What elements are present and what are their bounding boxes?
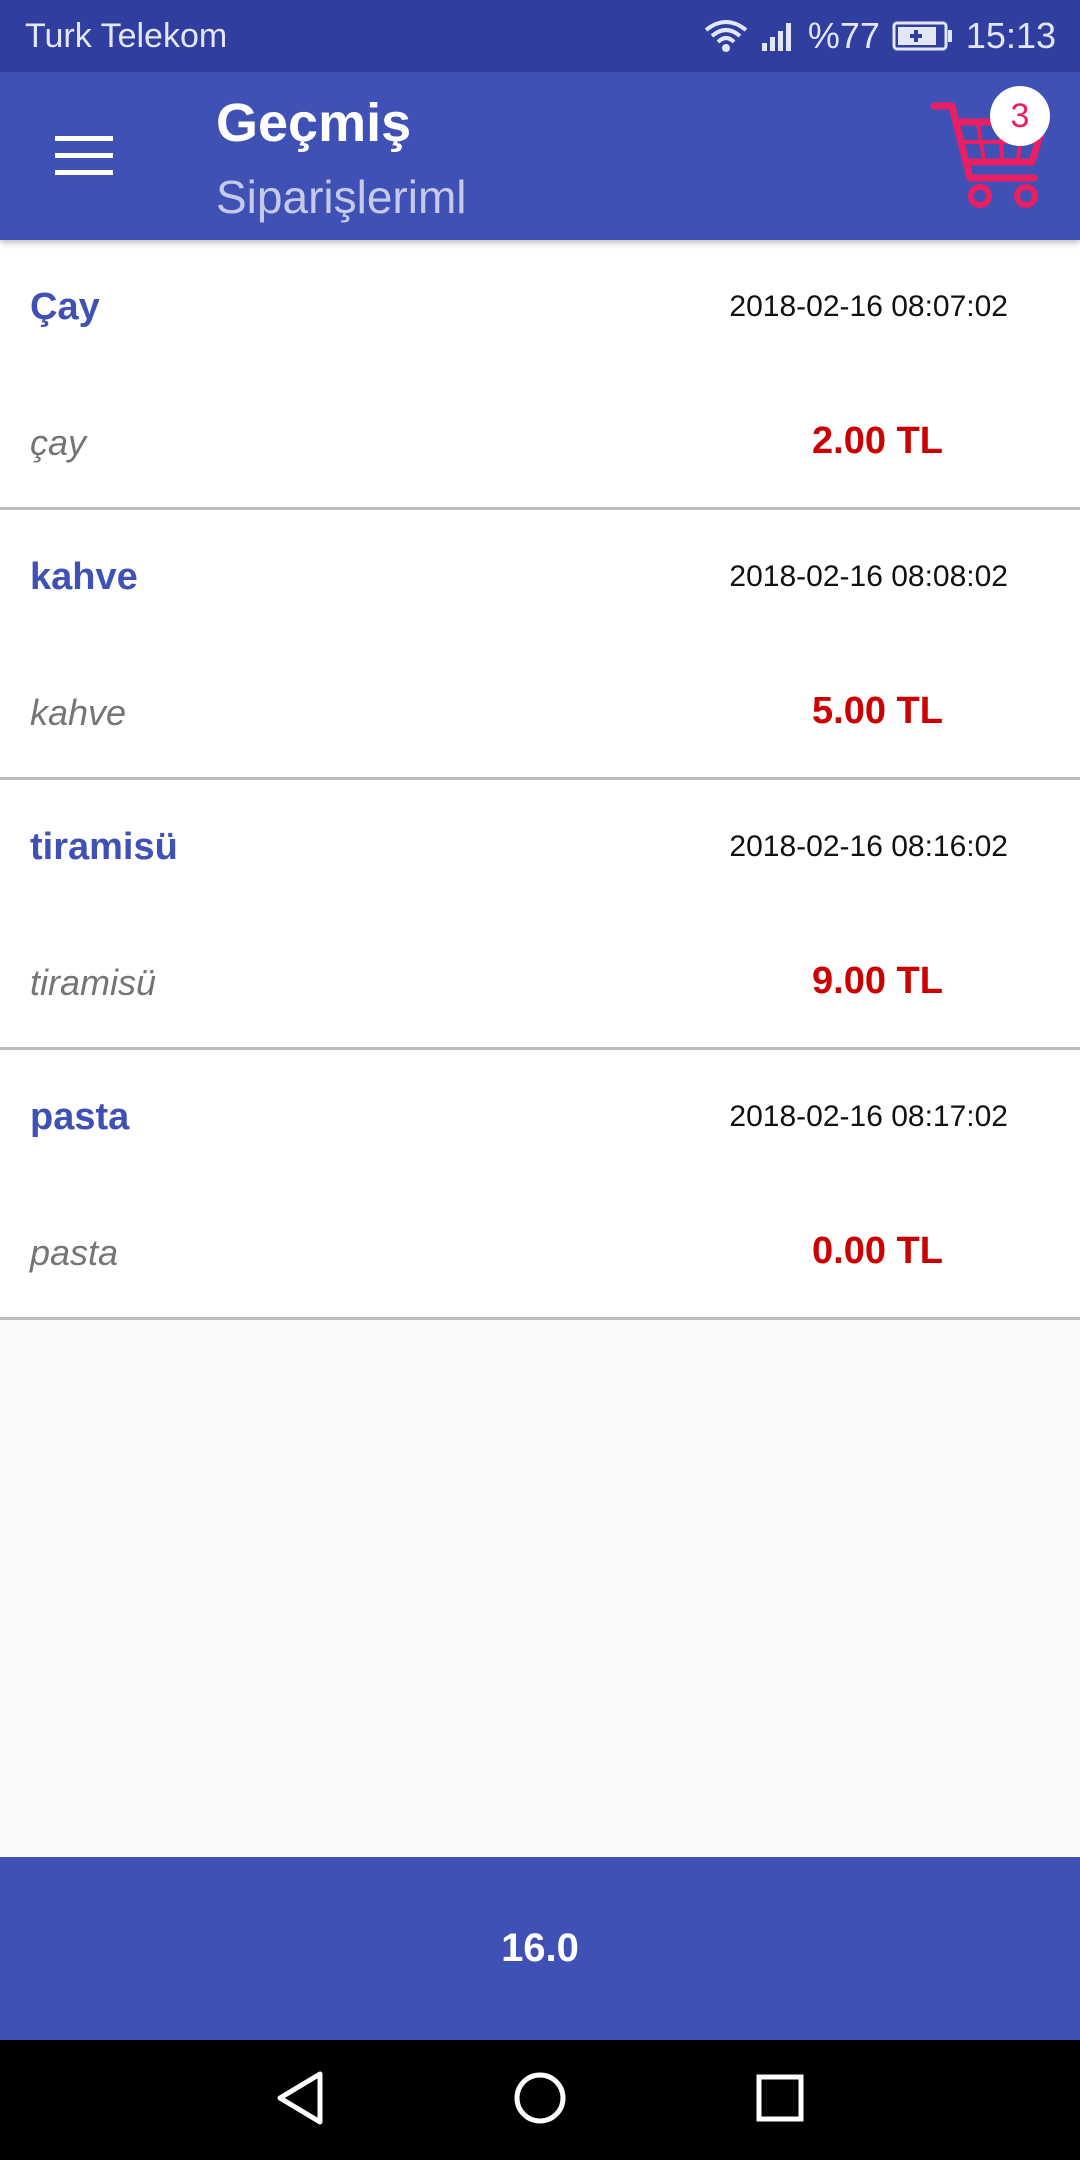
back-icon	[274, 2070, 326, 2131]
navigation-bar	[0, 2040, 1080, 2160]
carrier-name: Turk Telekom	[25, 17, 228, 55]
order-name: kahve	[30, 556, 138, 598]
wifi-icon	[704, 18, 748, 54]
total-amount: 16.0	[501, 1926, 579, 1970]
home-button[interactable]	[502, 2062, 578, 2138]
order-description: çay	[30, 422, 87, 463]
order-price: 2.00 TL	[812, 420, 943, 462]
order-description: kahve	[30, 692, 127, 733]
order-row[interactable]: kahve 2018-02-16 08:08:02 kahve 5.00 TL	[0, 510, 1080, 780]
order-price: 0.00 TL	[812, 1230, 943, 1272]
menu-button[interactable]	[36, 118, 132, 198]
order-description: pasta	[30, 1232, 119, 1273]
order-list: Çay 2018-02-16 08:07:02 çay 2.00 TL kahv…	[0, 240, 1080, 1320]
status-bar: Turk Telekom %77 15:13	[0, 0, 1080, 72]
recents-icon	[754, 2072, 806, 2129]
order-date: 2018-02-16 08:17:02	[729, 1100, 1008, 1133]
battery-charging-icon	[892, 21, 954, 51]
order-row[interactable]: Çay 2018-02-16 08:07:02 çay 2.00 TL	[0, 240, 1080, 510]
order-row[interactable]: pasta 2018-02-16 08:17:02 pasta 0.00 TL	[0, 1050, 1080, 1320]
order-date: 2018-02-16 08:07:02	[729, 290, 1008, 323]
order-name: pasta	[30, 1096, 130, 1138]
page-subtitle: Siparişleriml	[216, 171, 467, 223]
recents-button[interactable]	[742, 2062, 818, 2138]
order-row[interactable]: tiramisü 2018-02-16 08:16:02 tiramisü 9.…	[0, 780, 1080, 1050]
status-icons: %77 15:13	[704, 0, 1056, 72]
cart-count-badge: 3	[990, 86, 1050, 146]
order-name: Çay	[30, 286, 100, 328]
app-bar: Geçmiş Siparişleriml 3	[0, 72, 1080, 240]
order-date: 2018-02-16 08:08:02	[729, 560, 1008, 593]
back-button[interactable]	[262, 2062, 338, 2138]
cart-button[interactable]: 3	[930, 86, 1060, 216]
order-name: tiramisü	[30, 826, 178, 868]
order-description: tiramisü	[30, 962, 157, 1003]
battery-text: %77	[807, 15, 880, 56]
hamburger-menu-icon	[55, 134, 113, 183]
order-date: 2018-02-16 08:16:02	[729, 830, 1008, 863]
order-price: 9.00 TL	[812, 960, 943, 1002]
total-bar[interactable]: 16.0	[0, 1857, 1080, 2040]
clock: 15:13	[965, 15, 1056, 56]
page-title: Geçmiş	[216, 93, 412, 153]
home-icon	[512, 2070, 568, 2131]
order-price: 5.00 TL	[812, 690, 943, 732]
signal-icon	[760, 19, 796, 53]
